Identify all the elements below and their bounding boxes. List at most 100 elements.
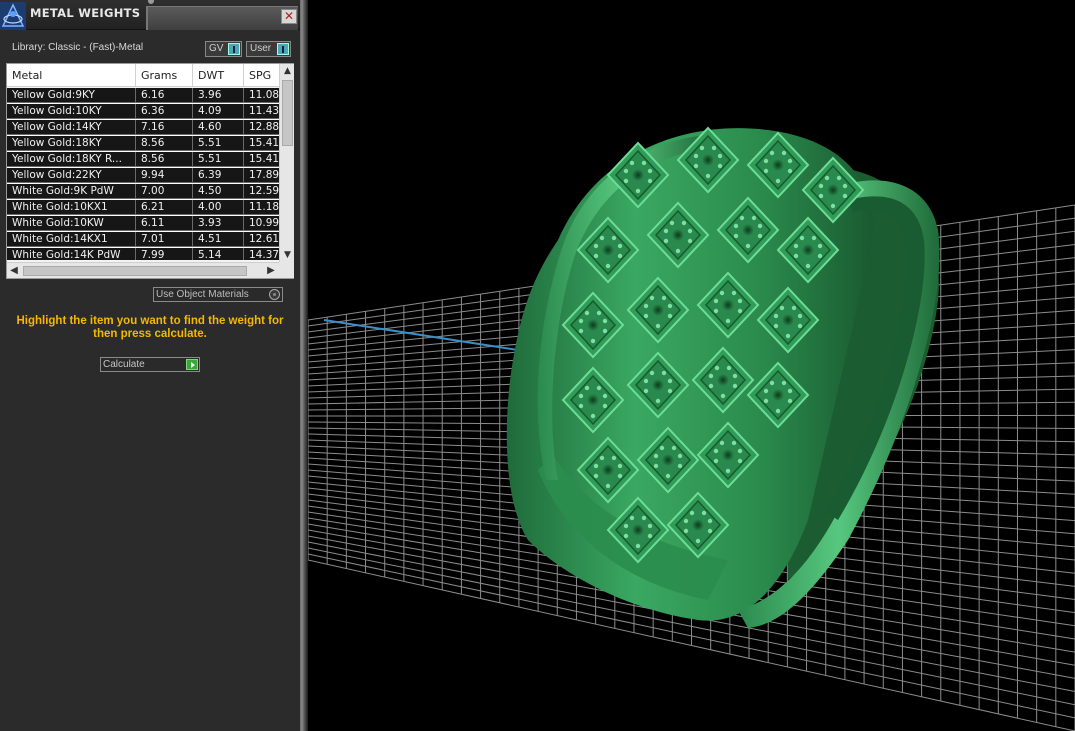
dwt-cell: 6.39: [193, 168, 244, 183]
bead: [713, 298, 719, 304]
bead: [623, 523, 629, 529]
grams-cell: 7.00: [136, 184, 193, 199]
use-object-materials-option[interactable]: Use Object Materials: [153, 287, 283, 302]
stone-seat: [672, 229, 684, 241]
bead: [605, 483, 611, 489]
stone-seat: [772, 159, 784, 171]
table-row[interactable]: Yellow Gold:18KY 8.56 5.51 15.41: [7, 136, 279, 151]
bead: [661, 295, 667, 301]
panel-grip[interactable]: [148, 0, 154, 4]
scroll-down-icon[interactable]: ▼: [280, 248, 295, 262]
bead: [797, 323, 803, 329]
bead: [677, 453, 683, 459]
bead: [719, 290, 725, 296]
viewport-scene: [308, 126, 1075, 731]
table-row[interactable]: White Gold:14KX1 7.01 4.51 12.61: [7, 232, 279, 247]
grams-cell: 8.56: [136, 152, 193, 167]
scroll-up-icon[interactable]: ▲: [280, 64, 295, 78]
table-row[interactable]: Yellow Gold:14KY 7.16 4.60 12.88: [7, 120, 279, 135]
bead: [667, 303, 673, 309]
stone-seat: [652, 379, 664, 391]
play-arrow-icon[interactable]: [186, 359, 198, 370]
bead: [617, 253, 623, 259]
table-row[interactable]: White Gold:14K PdW 7.99 5.14 14.37: [7, 248, 279, 260]
bead: [578, 393, 584, 399]
stone-seat: [722, 299, 734, 311]
use-object-materials-label: Use Object Materials: [156, 289, 249, 300]
bead: [785, 333, 791, 339]
column-header-spg[interactable]: SPG: [244, 64, 279, 87]
close-button[interactable]: ✕: [281, 9, 297, 24]
bead: [623, 178, 629, 184]
bead: [787, 168, 793, 174]
spg-cell: 12.61: [249, 233, 279, 245]
bead: [711, 145, 717, 151]
library-label: Library: Classic - (Fast)-Metal: [12, 42, 144, 53]
panel-splitter[interactable]: [300, 0, 308, 731]
stone-seat: [702, 154, 714, 166]
bead: [713, 448, 719, 454]
user-toggle[interactable]: User: [246, 41, 291, 57]
bead: [733, 223, 739, 229]
gv-toggle[interactable]: GV: [205, 41, 242, 57]
horizontal-scroll-thumb[interactable]: [23, 266, 247, 276]
bead: [787, 158, 793, 164]
metal-weights-panel: METAL WEIGHTS ✕ Library: Classic - (Fast…: [0, 0, 300, 731]
column-header-grams[interactable]: Grams: [136, 64, 193, 87]
table-row[interactable]: White Gold:9K PdW 7.00 4.50 12.59: [7, 184, 279, 199]
bead: [842, 193, 848, 199]
horizontal-scrollbar[interactable]: ◀ ▶: [7, 262, 279, 278]
dwt-cell: 5.51: [193, 152, 244, 167]
bead: [643, 378, 649, 384]
table-row[interactable]: Yellow Gold:9KY 6.16 3.96 11.08: [7, 88, 279, 103]
table-row[interactable]: Yellow Gold:22KY 9.94 6.39 17.89: [7, 168, 279, 183]
stone-seat: [602, 464, 614, 476]
bead: [763, 158, 769, 164]
column-header-dwt[interactable]: DWT: [193, 64, 244, 87]
bead: [757, 223, 763, 229]
bead: [593, 463, 599, 469]
bead: [635, 543, 641, 549]
vertical-scrollbar[interactable]: ▲ ▼: [279, 64, 294, 262]
spg-cell: 12.59: [249, 185, 279, 197]
title-drag-area[interactable]: [148, 6, 298, 30]
spg-cell: 11.08: [249, 89, 279, 101]
vertical-scroll-thumb[interactable]: [282, 80, 293, 146]
bead: [717, 153, 723, 159]
calculate-button[interactable]: Calculate: [100, 357, 200, 372]
table-row[interactable]: Yellow Gold:18KY R... 8.56 5.51 15.41: [7, 152, 279, 167]
table-row[interactable]: Yellow Gold:10KY 6.36 4.09 11.43: [7, 104, 279, 119]
3d-viewport[interactable]: [308, 0, 1075, 731]
scroll-right-icon[interactable]: ▶: [264, 263, 278, 279]
bead: [817, 253, 823, 259]
bead: [681, 220, 687, 226]
bead: [732, 383, 738, 389]
dwt-cell: 4.51: [193, 232, 244, 247]
bead: [599, 455, 605, 461]
spg-cell: 10.99: [249, 217, 279, 229]
spg-cell: 15.41: [249, 153, 279, 165]
dwt-cell: 4.00: [193, 200, 244, 215]
bead: [717, 163, 723, 169]
table-row[interactable]: White Gold:10KX1 6.21 4.00 11.18: [7, 200, 279, 215]
bead: [647, 178, 653, 184]
bead: [693, 153, 699, 159]
bead: [737, 308, 743, 314]
radio-icon[interactable]: [269, 289, 280, 300]
user-toggle-label: User: [250, 43, 272, 54]
scroll-left-icon[interactable]: ◀: [7, 263, 21, 279]
bead: [653, 463, 659, 469]
bead: [726, 365, 732, 371]
ring-model[interactable]: [506, 126, 940, 629]
bead: [602, 328, 608, 334]
dwt-cell: 4.09: [193, 104, 244, 119]
bead: [699, 145, 705, 151]
table-row[interactable]: White Gold:10KW 6.11 3.93 10.99: [7, 216, 279, 231]
bead: [683, 528, 689, 534]
column-header-metal[interactable]: Metal: [7, 64, 136, 87]
bead: [745, 243, 751, 249]
bead: [623, 168, 629, 174]
bead: [602, 318, 608, 324]
bead: [661, 370, 667, 376]
bead: [647, 533, 653, 539]
